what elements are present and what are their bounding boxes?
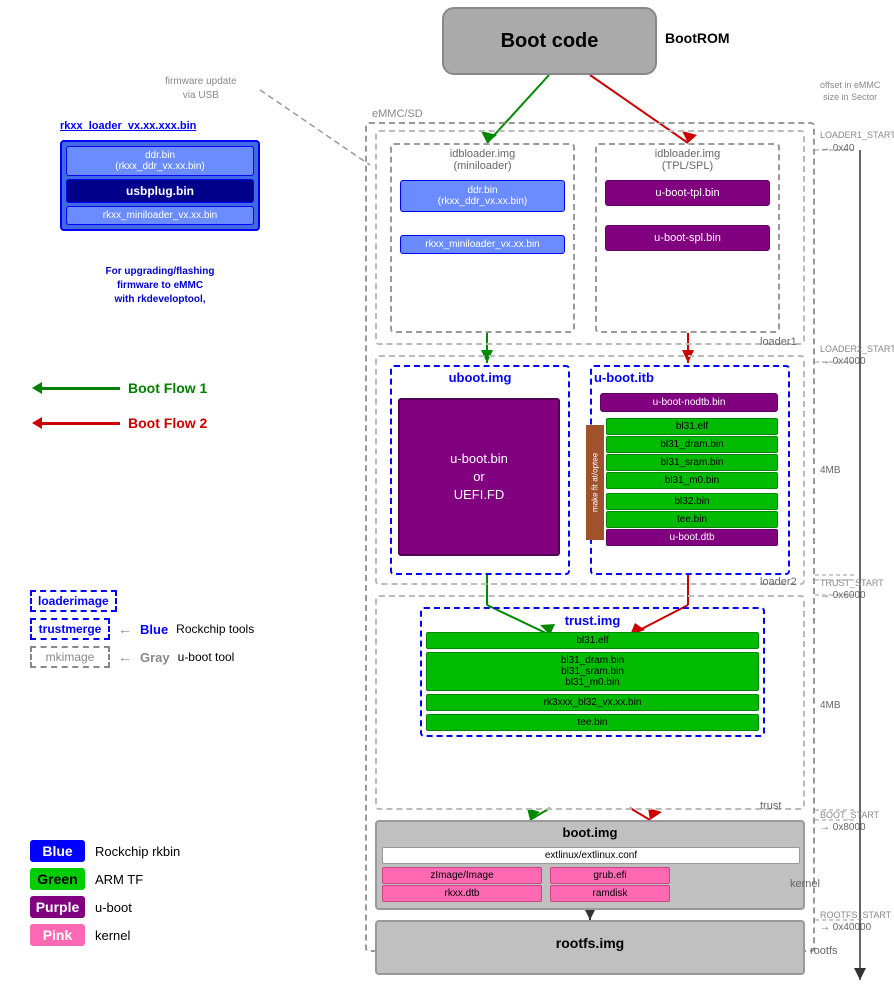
boot-img-title: boot.img xyxy=(380,825,800,840)
bl31-dram-box: bl31_dram.bin xyxy=(606,436,778,453)
bl31-elf-box: bl31.elf xyxy=(606,418,778,435)
tools-legend: loaderimage trustmerge ← Blue Rockchip t… xyxy=(30,590,360,674)
legend-pink-swatch: Pink xyxy=(30,924,85,946)
trust-size-label: 4MB xyxy=(820,700,841,711)
usb-description: For upgrading/flashingfirmware to eMMCwi… xyxy=(60,265,260,307)
loader1-start-label: LOADER1_START xyxy=(820,130,894,140)
offset-0x6000: → 0x6000 xyxy=(820,590,866,601)
boot-ramdisk-box: ramdisk xyxy=(550,885,670,902)
boot-flow-1-container: Boot Flow 1 xyxy=(40,380,207,396)
offset-0x40: → 0x40 xyxy=(820,143,854,154)
boot-code-label: Boot code xyxy=(501,30,599,53)
legend-purple-row: Purple u-boot xyxy=(30,896,180,918)
gray-tools-desc: u-boot tool xyxy=(178,650,235,664)
make-fit-label: make fit at/optee xyxy=(586,425,604,540)
loaderimage-box: loaderimage xyxy=(30,590,117,612)
loader2-label: loader2 xyxy=(760,576,797,588)
loaderimage-row: loaderimage xyxy=(30,590,360,612)
blue-tools-label: Blue xyxy=(140,622,168,637)
usb-loader-box: ddr.bin(rkxx_ddr_vx.xx.bin) usbplug.bin … xyxy=(60,140,260,231)
mkimage-row: mkimage ← Gray u-boot tool xyxy=(30,646,360,668)
rootfs-start-label: ROOTFS_START xyxy=(820,910,891,920)
uboot-nodtb-box: u-boot-nodtb.bin xyxy=(600,393,778,412)
bl31-sram-box: bl31_sram.bin xyxy=(606,454,778,471)
loader2-size-label: 4MB xyxy=(820,465,841,476)
gray-tools-label: Gray xyxy=(140,650,170,665)
uboot-itb-title: u-boot.itb xyxy=(594,370,654,385)
loader1-label: loader1 xyxy=(760,336,797,348)
mini-ddr-bin-box: ddr.bin(rkxx_ddr_vx.xx.bin) xyxy=(400,180,565,212)
rkxx-mini-box: rkxx_miniloader_vx.xx.bin xyxy=(66,206,254,225)
legend-pink-desc: kernel xyxy=(95,928,130,943)
offset-0x8000: → 0x8000 xyxy=(820,822,866,833)
uboot-tpl-box: u-boot-tpl.bin xyxy=(605,180,770,206)
boot-flow-2-arrow xyxy=(40,422,120,425)
boot-start-label: BOOT_START xyxy=(820,810,879,820)
legend-purple-desc: u-boot xyxy=(95,900,132,915)
offset-title: offset in eMMCsize in Sector xyxy=(820,80,880,103)
boot-flow-2-label: Boot Flow 2 xyxy=(128,415,207,431)
usbplug-bin-box: usbplug.bin xyxy=(66,179,254,203)
idbloader-tpl-title: idbloader.img(TPL/SPL) xyxy=(600,148,775,172)
color-legend: Blue Rockchip rkbin Green ARM TF Purple … xyxy=(30,840,180,946)
legend-green-row: Green ARM TF xyxy=(30,868,180,890)
legend-blue-swatch: Blue xyxy=(30,840,85,862)
offset-0x40000: → 0x40000 xyxy=(820,922,871,933)
trust-bl31-group: bl31_dram.bin bl31_sram.bin bl31_m0.bin xyxy=(426,652,759,691)
ddr-bin-box: ddr.bin(rkxx_ddr_vx.xx.bin) xyxy=(66,146,254,176)
bl32-box: bl32.bin xyxy=(606,493,778,510)
uboot-spl-box: u-boot-spl.bin xyxy=(605,225,770,251)
bl31-m0-box: bl31_m0.bin xyxy=(606,472,778,489)
emmc-sd-label: eMMC/SD xyxy=(372,108,423,120)
tee-bin-box: tee.bin xyxy=(606,511,778,528)
legend-green-swatch: Green xyxy=(30,868,85,890)
uboot-bin-box: u-boot.binorUEFI.FD xyxy=(398,398,560,556)
bootrom-label: BootROM xyxy=(665,30,730,46)
offset-0x4000: → 0x4000 xyxy=(820,356,866,367)
uboot-img-title: uboot.img xyxy=(395,370,565,385)
rkxx-loader-label: rkxx_loader_vx.xx.xxx.bin xyxy=(60,120,196,132)
legend-blue-row: Blue Rockchip rkbin xyxy=(30,840,180,862)
trust-start-label: TRUST_START xyxy=(820,578,884,588)
trust-bl31-elf-box: bl31.elf xyxy=(426,632,759,649)
idbloader-mini-title: idbloader.img(miniloader) xyxy=(395,148,570,172)
legend-blue-desc: Rockchip rkbin xyxy=(95,844,180,859)
trust-label: trust xyxy=(760,800,781,812)
boot-rkxx-dtb-box: rkxx.dtb xyxy=(382,885,542,902)
rootfs-title: rootfs.img xyxy=(380,935,800,951)
legend-purple-swatch: Purple xyxy=(30,896,85,918)
trustmerge-box: trustmerge xyxy=(30,618,110,640)
mkimage-box: mkimage xyxy=(30,646,110,668)
trustmerge-row: trustmerge ← Blue Rockchip tools xyxy=(30,618,360,640)
boot-flow-1-label: Boot Flow 1 xyxy=(128,380,207,396)
boot-flow-1-arrow xyxy=(40,387,120,390)
boot-extlinux-box: extlinux/extlinux.conf xyxy=(382,847,800,864)
trust-img-box: trust.img bl31.elf bl31_dram.bin bl31_sr… xyxy=(420,607,765,737)
diagram-container: Boot code BootROM firmware updatevia USB… xyxy=(0,0,894,1000)
loader2-start-label: LOADER2_START xyxy=(820,344,894,354)
legend-pink-row: Pink kernel xyxy=(30,924,180,946)
boot-flow-2-container: Boot Flow 2 xyxy=(40,415,207,431)
trust-img-title: trust.img xyxy=(426,613,759,628)
boot-zimage-box: zImage/Image xyxy=(382,867,542,884)
boot-grub-box: grub.efi xyxy=(550,867,670,884)
kernel-label: kernel xyxy=(790,878,820,890)
legend-green-desc: ARM TF xyxy=(95,872,143,887)
trust-rk3xxx-box: rk3xxx_bl32_vx.xx.bin xyxy=(426,694,759,711)
mini-rkxx-box: rkxx_miniloader_vx.xx.bin xyxy=(400,235,565,254)
blue-tools-desc: Rockchip tools xyxy=(176,622,254,636)
boot-code-box: Boot code xyxy=(442,7,657,75)
firmware-update-label: firmware updatevia USB xyxy=(165,75,237,103)
trust-tee-box: tee.bin xyxy=(426,714,759,731)
rootfs-label: rootfs xyxy=(810,945,838,957)
uboot-dtb-box: u-boot.dtb xyxy=(606,529,778,546)
